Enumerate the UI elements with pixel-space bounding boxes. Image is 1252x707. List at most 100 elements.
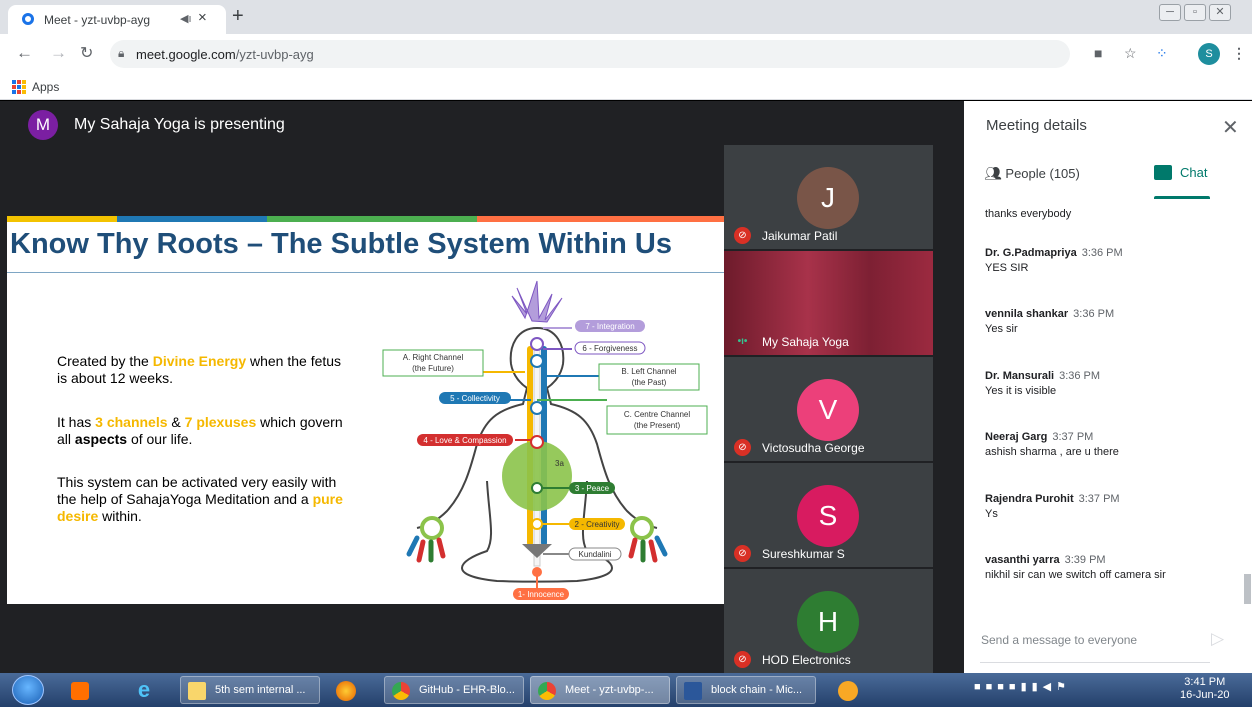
- chat-sender: vennila shankar 3:36 PM: [985, 308, 1115, 320]
- chat-message: vennila shankar 3:36 PM Yes sir: [985, 308, 1225, 335]
- windows-taskbar: e 5th sem internal ... GitHub - EHR-Blo.…: [0, 673, 1252, 707]
- extension-icon[interactable]: ⁘: [1156, 45, 1168, 62]
- mic-off-icon: ⊘: [734, 227, 751, 244]
- chat-sender: Dr. Mansurali 3:36 PM: [985, 370, 1101, 382]
- chat-tab-indicator: [1154, 196, 1210, 199]
- meet-stage: M My Sahaja Yoga is presenting Know Thy …: [0, 101, 964, 673]
- chat-sender: vasanthi yarra 3:39 PM: [985, 554, 1106, 566]
- participant-name: My Sahaja Yoga: [762, 335, 849, 349]
- camera-blocked-icon[interactable]: ■: [1094, 45, 1102, 61]
- folder-icon: [188, 682, 206, 700]
- internet-explorer-icon[interactable]: e: [124, 676, 164, 704]
- participant-tile[interactable]: H ⊘ HOD Electronics: [724, 569, 933, 673]
- new-tab-button[interactable]: +: [232, 5, 244, 28]
- reload-icon[interactable]: ↻: [80, 43, 93, 63]
- chat-sender: Neeraj Garg 3:37 PM: [985, 431, 1094, 443]
- slide-bullet-3: This system can be activated very easily…: [57, 474, 343, 524]
- bookmark-apps[interactable]: Apps: [32, 80, 59, 94]
- chat-message-text: nikhil sir can we switch off camera sir: [985, 569, 1166, 581]
- firefox-icon[interactable]: [326, 676, 366, 704]
- chat-scrollbar[interactable]: [1244, 574, 1251, 604]
- participant-avatar: S: [797, 485, 859, 547]
- tab-close-icon[interactable]: ×: [198, 9, 207, 26]
- chat-message-text: Yes sir: [985, 323, 1018, 335]
- back-arrow-icon[interactable]: ←: [16, 43, 33, 63]
- url-text: meet.google.com/yzt-uvbp-ayg: [136, 47, 314, 62]
- chat-message: Dr. G.Padmapriya 3:36 PM YES SIR: [985, 247, 1225, 274]
- participant-avatar: H: [797, 591, 859, 653]
- chat-message: thanks everybody: [985, 205, 1225, 220]
- system-tray-icons[interactable]: ■■■■▮▮◀⚑: [974, 680, 1071, 693]
- mic-off-icon: ⊘: [734, 651, 751, 668]
- participant-tile[interactable]: S ⊘ Sureshkumar S: [724, 463, 933, 567]
- participant-tile[interactable]: V ⊘ Victosudha George: [724, 357, 933, 461]
- chat-message-text: thanks everybody: [985, 208, 1072, 220]
- apps-grid-icon[interactable]: [12, 80, 26, 94]
- presenter-avatar: M: [28, 110, 58, 140]
- label-collectivity: 5 - Collectivity: [450, 394, 500, 403]
- label-left-channel: B. Left Channel: [621, 367, 676, 376]
- label-centre-channel-sub: (the Present): [634, 421, 681, 430]
- presenter-banner: M My Sahaja Yoga is presenting: [0, 101, 964, 149]
- window-close-button[interactable]: ✕: [1209, 4, 1231, 21]
- chat-message-text: Ys: [985, 508, 998, 520]
- chat-sender: Dr. G.Padmapriya 3:36 PM: [985, 247, 1123, 259]
- mic-off-icon: ⊘: [734, 545, 751, 562]
- chat-message: Dr. Mansurali 3:36 PM Yes it is visible: [985, 370, 1225, 397]
- participant-name: Jaikumar Patil: [762, 229, 838, 243]
- taskbar-app[interactable]: 5th sem internal ...: [180, 676, 320, 704]
- bookmarks-bar: Apps: [0, 74, 1252, 100]
- label-kundalini: Kundalini: [579, 550, 612, 559]
- presenter-text: My Sahaja Yoga is presenting: [74, 116, 285, 133]
- address-bar[interactable]: 🔒︎ meet.google.com/yzt-uvbp-ayg: [110, 40, 1070, 68]
- maximize-button[interactable]: ▫: [1184, 4, 1206, 21]
- participant-avatar: V: [797, 379, 859, 441]
- media-player-icon[interactable]: [60, 676, 100, 704]
- profile-avatar[interactable]: S: [1198, 43, 1220, 65]
- label-3a: 3a: [555, 459, 564, 468]
- people-icon: 👥︎: [984, 165, 1002, 181]
- taskbar-app-active[interactable]: Meet - yzt-uvbp-...: [530, 676, 670, 704]
- chrome-menu-icon[interactable]: ⋮: [1232, 45, 1246, 62]
- close-icon[interactable]: ✕: [1222, 115, 1239, 140]
- browser-tab[interactable]: Meet - yzt-uvbp-ayg ◀ı ×: [8, 5, 226, 34]
- label-innocence: 1- Innocence: [518, 590, 565, 599]
- label-centre-channel: C. Centre Channel: [624, 410, 690, 419]
- subtle-system-diagram: 7 - Integration 6 - Forgiveness A. Right…: [382, 280, 708, 600]
- word-icon: [684, 682, 702, 700]
- participant-tile-video[interactable]: •ı• My Sahaja Yoga: [724, 251, 933, 355]
- speaker-icon[interactable]: ◀ı: [180, 12, 192, 25]
- slide-divider: [7, 272, 724, 273]
- participant-tile[interactable]: J ⊘ Jaikumar Patil: [724, 145, 933, 249]
- speaking-indicator-icon: •ı•: [737, 336, 748, 347]
- slide-bullet-1: Created by the Divine Energy when the fe…: [57, 353, 342, 386]
- forward-arrow-icon[interactable]: →: [50, 43, 67, 63]
- taskbar-app[interactable]: block chain - Mic...: [676, 676, 816, 704]
- taskbar-app[interactable]: GitHub - EHR-Blo...: [384, 676, 524, 704]
- chat-input-underline: [980, 662, 1210, 663]
- tab-people[interactable]: 👥︎ People (105): [984, 165, 1080, 182]
- label-forgiveness: 6 - Forgiveness: [582, 344, 637, 353]
- security-app-icon[interactable]: [828, 676, 868, 704]
- send-icon[interactable]: ▷: [1211, 629, 1224, 649]
- sahasrara-crown-icon: [511, 280, 563, 323]
- taskbar-clock[interactable]: 3:41 PM 16-Jun-20: [1180, 676, 1230, 702]
- start-button[interactable]: [12, 675, 44, 705]
- meeting-details-panel: Meeting details ✕ 👥︎ People (105) Chat t…: [964, 101, 1252, 673]
- chat-input[interactable]: Send a message to everyone: [981, 633, 1201, 647]
- label-left-channel-sub: (the Past): [632, 378, 667, 387]
- panel-title: Meeting details: [986, 117, 1087, 134]
- bookmark-star-icon[interactable]: ☆: [1124, 45, 1137, 62]
- minimize-button[interactable]: ─: [1159, 4, 1181, 21]
- participant-avatar: J: [797, 167, 859, 229]
- label-creativity: 2 - Creativity: [575, 520, 620, 529]
- label-integration: 7 - Integration: [585, 322, 634, 331]
- tab-chat[interactable]: Chat: [1154, 165, 1207, 180]
- lock-icon: 🔒︎: [118, 46, 125, 60]
- chat-message-text: YES SIR: [985, 262, 1029, 274]
- presentation-slide[interactable]: Know Thy Roots – The Subtle System Withi…: [7, 216, 724, 604]
- chat-message-list[interactable]: thanks everybody Dr. G.Padmapriya 3:36 PM…: [964, 201, 1252, 606]
- label-right-channel-sub: (the Future): [412, 364, 454, 373]
- meet-favicon-icon: [22, 13, 34, 25]
- participant-name: Victosudha George: [762, 441, 865, 455]
